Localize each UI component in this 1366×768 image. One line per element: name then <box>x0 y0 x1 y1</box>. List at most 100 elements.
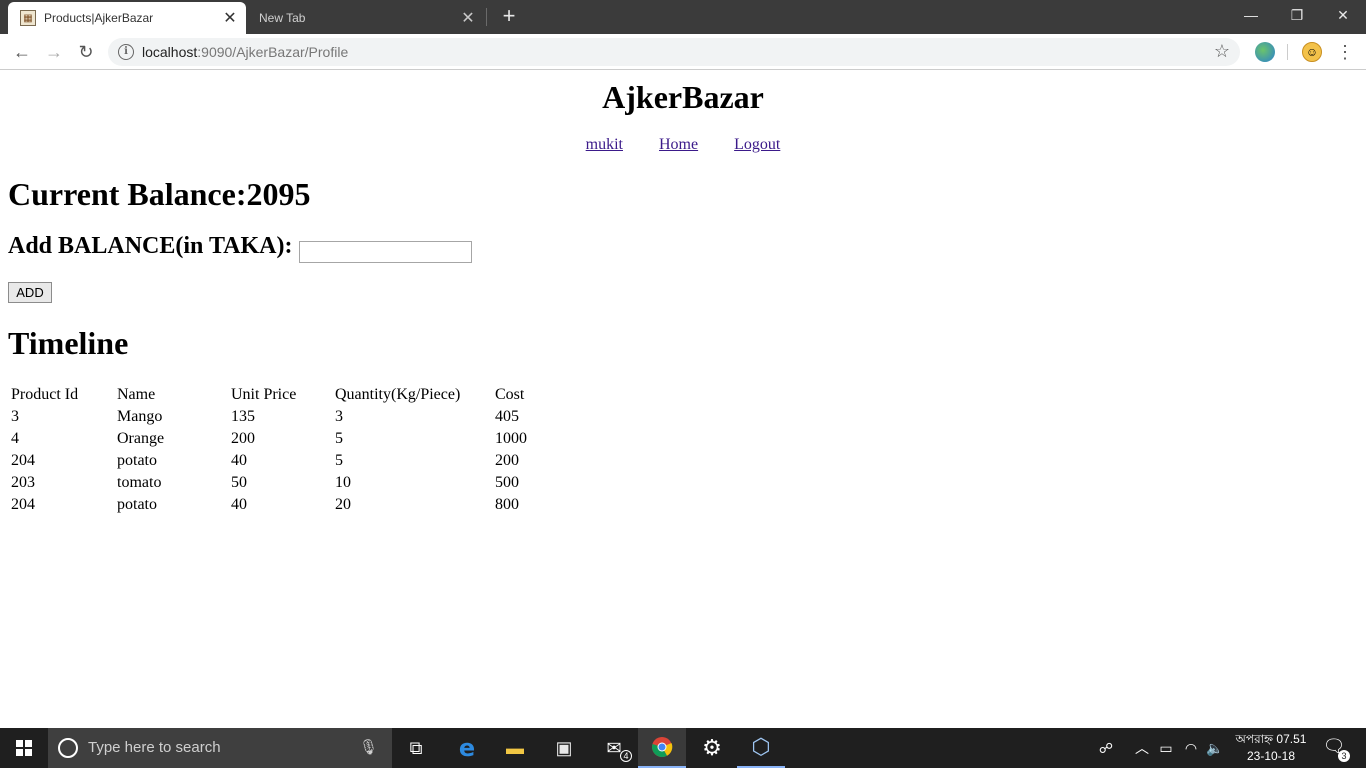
cell-cost: 800 <box>495 496 519 513</box>
chrome-logo-icon <box>652 737 673 758</box>
minimize-button[interactable]: — <box>1228 0 1274 30</box>
bookmark-star-icon[interactable]: ☆ <box>1214 41 1230 62</box>
browser-toolbar: ← → ↻ i localhost:9090/AjkerBazar/Profil… <box>0 34 1366 70</box>
back-button[interactable]: ← <box>10 40 34 64</box>
timeline-table: Product Id Name Unit Price Quantity(Kg/P… <box>8 383 536 517</box>
windows-logo-icon <box>16 740 32 756</box>
cell-quantity: 20 <box>335 496 351 513</box>
restore-button[interactable]: ❐ <box>1274 0 1320 30</box>
table-row: 204 potato 40 5 200 <box>10 451 534 471</box>
url-host: localhost <box>142 44 198 60</box>
cell-unit-price: 50 <box>231 474 247 491</box>
settings-gear-icon[interactable]: ⚙ <box>688 728 736 768</box>
search-placeholder: Type here to search <box>88 739 221 756</box>
nav-link-home[interactable]: Home <box>659 136 698 153</box>
tab-separator <box>486 8 487 26</box>
cell-quantity: 5 <box>335 430 343 447</box>
battery-icon[interactable]: ▭ <box>1156 728 1176 768</box>
globe-extension-icon[interactable] <box>1255 42 1275 62</box>
top-nav: mukit Home Logout <box>0 136 1366 154</box>
virtualbox-icon[interactable]: ⬡ <box>737 728 785 768</box>
clock-date: 23-10-18 <box>1246 749 1296 763</box>
windows-taskbar: Type here to search 🎙 ⧉ e ▬ ▣ ✉ 4 ⚙ ⬡ ☍ ︿… <box>0 728 1366 768</box>
show-hidden-icons-chevron-icon[interactable]: ︿ <box>1132 728 1152 768</box>
cell-product-id: 203 <box>11 474 35 491</box>
table-row: 3 Mango 135 3 405 <box>10 407 534 427</box>
table-row: 203 tomato 50 10 500 <box>10 473 534 493</box>
volume-icon[interactable]: 🔈 <box>1204 728 1226 768</box>
cell-quantity: 3 <box>335 408 343 425</box>
browser-tab-strip: ▦ Products|AjkerBazar ✕ New Tab ✕ + — ❐ … <box>0 0 1366 34</box>
cell-name: Orange <box>117 430 165 447</box>
cell-unit-price: 40 <box>231 496 247 513</box>
browser-menu-icon[interactable]: ⋮ <box>1336 40 1354 64</box>
close-window-button[interactable]: ✕ <box>1320 0 1366 30</box>
add-balance-button[interactable]: ADD <box>8 282 52 303</box>
start-button[interactable] <box>0 728 48 768</box>
cell-name: potato <box>117 496 157 513</box>
add-balance-input[interactable] <box>299 241 472 263</box>
forward-button[interactable]: → <box>42 40 66 64</box>
cell-product-id: 204 <box>11 496 35 513</box>
cell-cost: 200 <box>495 452 519 469</box>
cell-name: Mango <box>117 408 163 425</box>
cell-unit-price: 200 <box>231 430 255 447</box>
page-favicon-icon: ▦ <box>20 10 36 26</box>
taskbar-search-box[interactable]: Type here to search 🎙 <box>48 728 392 768</box>
cell-product-id: 4 <box>11 430 19 447</box>
cell-quantity: 10 <box>335 474 351 491</box>
cell-cost: 1000 <box>495 430 527 447</box>
new-tab-button[interactable]: + <box>498 5 520 27</box>
action-center-icon[interactable]: 🗨 3 <box>1322 736 1350 762</box>
taskbar-clock[interactable]: অপরাহ্ন 07.51 23-10-18 <box>1228 731 1314 765</box>
cell-name: tomato <box>117 474 162 491</box>
page-content: AjkerBazar mukit Home Logout Current Bal… <box>0 71 1366 728</box>
site-info-icon[interactable]: i <box>118 44 134 60</box>
tab-title: Products|AjkerBazar <box>44 11 154 25</box>
notification-count-badge: 3 <box>1338 750 1350 762</box>
cortana-icon <box>58 738 78 758</box>
mail-icon[interactable]: ✉ 4 <box>590 728 638 768</box>
site-title: AjkerBazar <box>602 79 764 115</box>
tab-close-icon[interactable]: ✕ <box>458 8 478 28</box>
url-text[interactable]: localhost:9090/AjkerBazar/Profile <box>142 44 348 60</box>
cell-name: potato <box>117 452 157 469</box>
profile-avatar-icon[interactable]: ☺ <box>1302 42 1322 62</box>
tab-new-tab[interactable]: New Tab ✕ <box>248 2 484 34</box>
file-explorer-icon[interactable]: ▬ <box>491 728 539 768</box>
tab-title: New Tab <box>259 11 306 25</box>
edge-browser-icon[interactable]: e <box>443 728 491 768</box>
cell-quantity: 5 <box>335 452 343 469</box>
microphone-icon[interactable]: 🎙 <box>359 738 378 756</box>
url-path: :9090/AjkerBazar/Profile <box>197 44 349 60</box>
nav-link-mukit[interactable]: mukit <box>586 136 623 153</box>
address-bar[interactable]: i localhost:9090/AjkerBazar/Profile ☆ <box>108 38 1240 66</box>
mail-badge: 4 <box>620 750 632 762</box>
people-icon[interactable]: ☍ <box>1094 728 1118 768</box>
table-row: 204 potato 40 20 800 <box>10 495 534 515</box>
nav-link-logout[interactable]: Logout <box>734 136 780 153</box>
cell-cost: 500 <box>495 474 519 491</box>
cell-unit-price: 135 <box>231 408 255 425</box>
chrome-icon[interactable] <box>638 728 686 768</box>
tab-products-ajkerbazar[interactable]: ▦ Products|AjkerBazar ✕ <box>8 2 246 34</box>
task-view-icon[interactable]: ⧉ <box>392 728 440 768</box>
column-header-cost: Cost <box>495 386 525 403</box>
column-header-name: Name <box>117 386 156 403</box>
cell-unit-price: 40 <box>231 452 247 469</box>
current-balance-heading: Current Balance:2095 <box>8 176 311 212</box>
table-header-row: Product Id Name Unit Price Quantity(Kg/P… <box>10 385 534 405</box>
timeline-heading: Timeline <box>8 325 129 361</box>
clock-time: অপরাহ্ন 07.51 <box>1235 732 1307 746</box>
reload-button[interactable]: ↻ <box>74 40 98 64</box>
column-header-unit-price: Unit Price <box>231 386 297 403</box>
cell-cost: 405 <box>495 408 519 425</box>
wifi-icon[interactable]: ◠ <box>1180 728 1202 768</box>
add-balance-label: Add BALANCE(in TAKA): <box>8 233 293 259</box>
store-icon[interactable]: ▣ <box>540 728 588 768</box>
toolbar-separator <box>1287 44 1288 60</box>
tab-close-icon[interactable]: ✕ <box>220 8 240 28</box>
cell-product-id: 204 <box>11 452 35 469</box>
cell-product-id: 3 <box>11 408 19 425</box>
column-header-product-id: Product Id <box>11 386 79 403</box>
